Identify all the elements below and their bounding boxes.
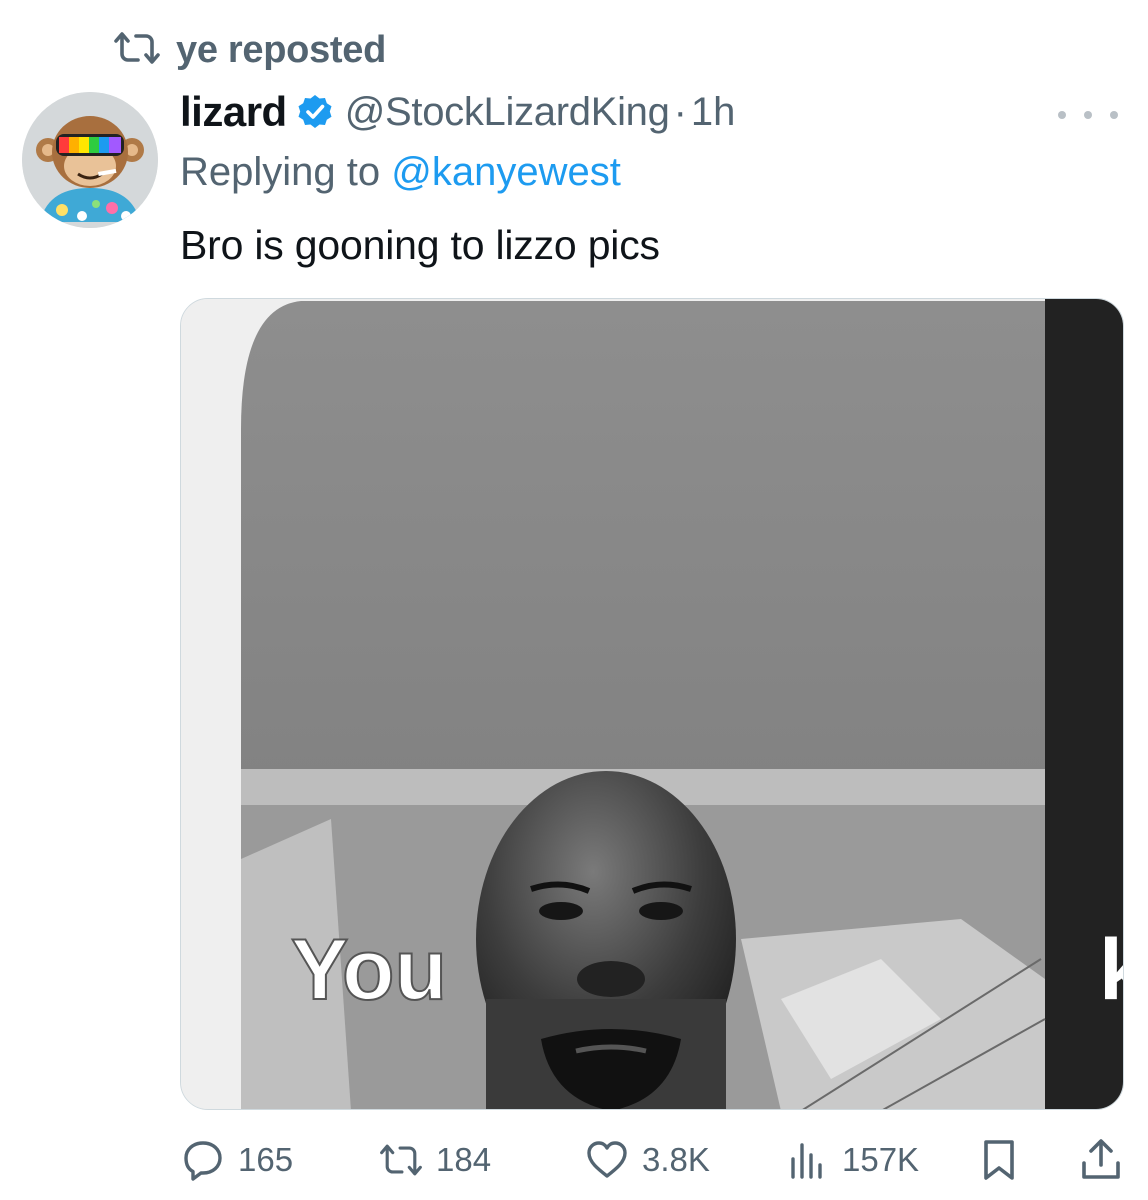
tweet[interactable]: ye reposted lizard @StockLizardKing · 1h… [0,0,1148,1200]
reply-icon [184,1141,222,1181]
media-caption-left: You [291,922,447,1018]
timestamp[interactable]: 1h [691,90,736,135]
views-count: 157K [842,1141,920,1178]
reply-button[interactable]: 165 [180,1132,293,1188]
views-button[interactable]: 157K [784,1132,919,1188]
avatar[interactable] [22,92,158,228]
author-handle[interactable]: @StockLizardKing [345,90,670,135]
share-button[interactable] [1078,1132,1124,1188]
repost-context[interactable]: ye reposted [112,28,386,72]
repost-label: ye reposted [176,28,387,71]
bookmark-icon [984,1140,1014,1180]
share-icon [1082,1139,1120,1179]
separator-dot: · [673,89,687,134]
media-caption-right: k [1099,922,1124,1018]
repost-button[interactable]: 184 [378,1132,491,1188]
repost-icon [380,1144,422,1176]
reply-count: 165 [238,1141,294,1178]
replying-to: Replying to @kanyewest [180,150,621,200]
display-name[interactable]: lizard [180,88,287,136]
repost-count: 184 [436,1141,492,1178]
repost-icon [112,30,162,71]
more-dot [1110,111,1118,119]
more-icon[interactable] [1058,100,1118,130]
verified-badge-icon [298,95,332,128]
tweet-header: lizard @StockLizardKing · 1h [180,84,735,140]
bookmark-button[interactable] [976,1132,1022,1188]
like-count: 3.8K [642,1141,710,1178]
heart-icon [587,1141,627,1178]
tweet-media[interactable]: You k [180,298,1124,1110]
action-bar: 165 184 3.8K 157K [180,1132,1124,1188]
more-dot [1058,111,1066,119]
like-button[interactable]: 3.8K [584,1132,710,1188]
tweet-text: Bro is gooning to lizzo pics [180,222,660,268]
replying-to-prefix: Replying to [180,150,392,194]
more-dot [1084,111,1092,119]
reply-mention-link[interactable]: @kanyewest [391,150,621,194]
views-icon [791,1143,822,1179]
